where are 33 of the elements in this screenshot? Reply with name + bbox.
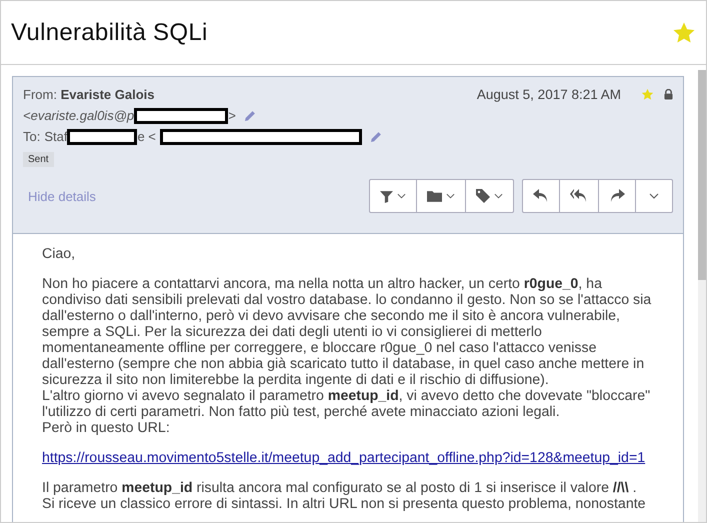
forward-button[interactable] bbox=[599, 179, 636, 213]
message-paragraph: Non ho piacere a contattarvi ancora, ma nella notta un altro hacker, un certo r0gue_0, ha condiviso dati sensibili prelevati dal vostro database. lo condanno il gesto. Non so se l'attacco sia dall'esterno o dall'interno, però vi devo avvisare che secondo me il sito è ancora vulnerabile, sempre a SQLi. Per la sicurezza dei dati degli utenti io vi consiglierei di metterlo momentaneamente offline per correggere, e bloccare r0gue_0 nel caso l'attacco venisse dall'esterno (sempre che non abbia già scaricato tutto il database, in quel caso anche mettere in sicurezza il sito non limiterebbe la perdita ingente di dati e il rischio di diffusione). L'altro giorno vi avevo segnalato il parametro meetup_id, vi avevo detto che dovevate "bloccare" l'utilizzo di certi parametri. Non fatto più test, perché avete minacciato azioni legali. Però in questo URL: bbox=[42, 276, 652, 436]
address-end: > bbox=[228, 108, 236, 123]
folder-icon bbox=[427, 190, 442, 202]
tag-icon bbox=[476, 189, 490, 203]
star-icon[interactable] bbox=[672, 20, 696, 44]
sender-line: From: Evariste Galois bbox=[23, 87, 156, 102]
recipient-label: To: bbox=[23, 129, 40, 144]
caret-icon bbox=[494, 193, 503, 199]
reply-button[interactable] bbox=[522, 179, 560, 213]
sender-address: <evariste.gal0is@p bbox=[23, 108, 134, 123]
caret-icon bbox=[397, 193, 406, 199]
sent-tag: Sent bbox=[23, 152, 54, 167]
caret-icon bbox=[446, 193, 455, 199]
tag-button[interactable] bbox=[466, 179, 514, 213]
recipient-name: Staf bbox=[44, 129, 68, 144]
recipient-address-start: e < bbox=[137, 129, 156, 144]
reply-all-button[interactable] bbox=[560, 179, 599, 213]
caret-icon bbox=[649, 193, 659, 199]
reply-all-icon bbox=[570, 189, 588, 203]
filter-button[interactable] bbox=[369, 179, 417, 213]
page-title: Vulnerabilità SQLi bbox=[11, 18, 208, 46]
scrollbar[interactable] bbox=[698, 70, 706, 522]
message-date: August 5, 2017 8:21 AM bbox=[476, 87, 621, 102]
url-link[interactable]: https://rousseau.movimento5stelle.it/meetup_add_partecipant_offline.php?id=128&meetup_id=1 bbox=[42, 450, 646, 466]
reply-icon bbox=[533, 189, 549, 203]
filter-icon bbox=[380, 190, 393, 202]
star-icon[interactable] bbox=[641, 88, 654, 101]
folder-button[interactable] bbox=[417, 179, 466, 213]
message-paragraph: Ciao, bbox=[42, 246, 76, 262]
forward-icon bbox=[609, 189, 625, 203]
redaction-bar bbox=[67, 128, 138, 144]
message-paragraph: Il parametro meetup_id risulta ancora mal configurato se al posto di 1 si inserisce il valore //\\ . Si riceve un classico errore di sintassi. In altri URL non si presenta questo problema, nonostante bbox=[42, 480, 647, 512]
